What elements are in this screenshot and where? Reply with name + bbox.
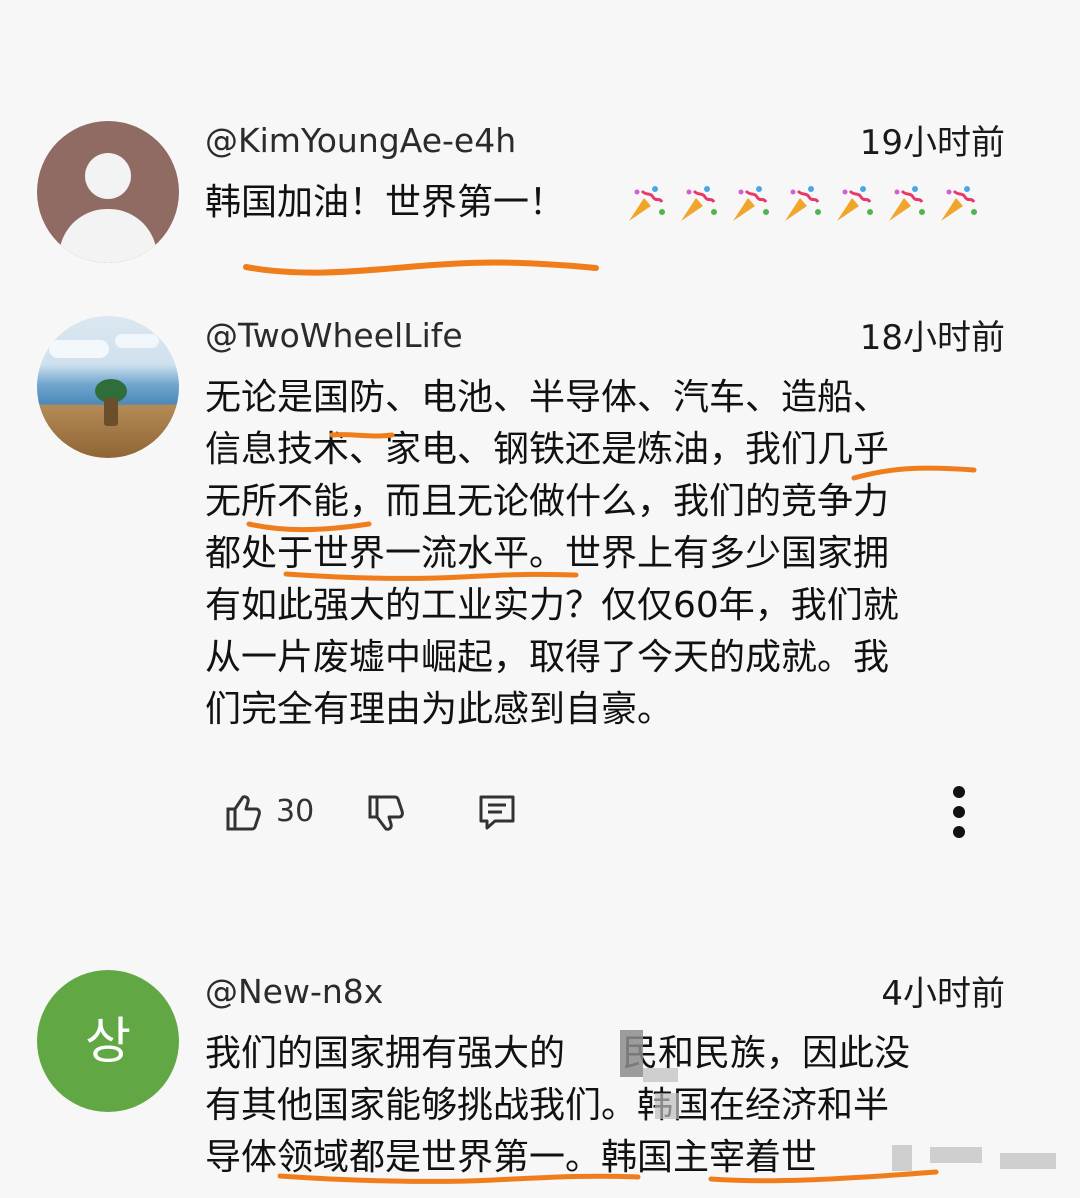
avatar-body-shape [59, 209, 157, 263]
party-popper-icon [936, 182, 980, 226]
comment-line-part: 我们的国家拥有强大的 [205, 1033, 566, 1074]
orange-underline-mark [243, 259, 599, 276]
comment-line: 有其他国家能够挑战我们。韩国在经济和半 [205, 1085, 890, 1126]
party-popper-icon [780, 182, 824, 226]
redaction-block [655, 1093, 679, 1119]
avatar-head-shape [85, 153, 131, 199]
comment-reply-icon [479, 795, 515, 830]
comment-line: 无论是国防、电池、半导体、汽车、造船、 [205, 377, 890, 418]
like-button[interactable] [215, 786, 267, 838]
comment-line: 导体领域都是世界第一。韩国主宰着世 [205, 1137, 818, 1178]
party-popper-icon [884, 182, 928, 226]
comment-kimyoungae: @KimYoungAe-e4h 19小时前 韩国加油！世界第一！ [0, 0, 1080, 300]
reaction-emoji-row [624, 182, 980, 228]
more-vertical-icon [953, 786, 965, 838]
redaction-block [930, 1147, 982, 1163]
comment-line: 从一片废墟中崛起，取得了今天的成就。我 [205, 637, 890, 678]
comment-line: 无所不能，而且无论做什么，我们的竞争力 [205, 481, 890, 522]
comment-timestamp: 4小时前 [881, 974, 1005, 1014]
comment-username[interactable]: @KimYoungAe-e4h [205, 121, 516, 161]
comment-line: 有如此强大的工业实力？仅仅60年，我们就 [205, 585, 899, 626]
thumbs-down-icon [368, 795, 404, 831]
like-count: 30 [276, 794, 315, 829]
thumbs-up-icon [226, 795, 261, 831]
reply-button[interactable] [471, 786, 523, 838]
redaction-block [892, 1145, 912, 1171]
redaction-block [1000, 1153, 1056, 1169]
comment-line: 我们的国家拥有强大的 民和民族，因此没 [205, 1028, 1010, 1080]
photo-cloud [115, 334, 159, 348]
redaction-block [620, 1030, 643, 1077]
comment-text: 我们的国家拥有强大的 民和民族，因此没 有其他国家能够挑战我们。韩国在经济和半 导… [205, 1028, 1010, 1184]
comment-timestamp: 18小时前 [859, 318, 1005, 358]
party-popper-icon [728, 182, 772, 226]
redaction-block [643, 1068, 678, 1082]
party-popper-icon [832, 182, 876, 226]
comment-line: 信息技术、家电、钢铁还是炼油，我们几乎 [205, 429, 890, 470]
comment-text: 无论是国防、电池、半导体、汽车、造船、 信息技术、家电、钢铁还是炼油，我们几乎 … [205, 372, 1010, 736]
comment-username[interactable]: @New-n8x [205, 972, 383, 1012]
party-popper-icon [676, 182, 720, 226]
photo-pot [104, 398, 118, 426]
more-options-button[interactable] [933, 786, 985, 838]
comment-line: 们完全有理由为此感到自豪。 [205, 689, 674, 730]
comment-username[interactable]: @TwoWheelLife [205, 316, 463, 356]
comment-line: 都处于世界一流水平。世界上有多少国家拥 [205, 533, 890, 574]
dislike-button[interactable] [360, 786, 412, 838]
comment-action-bar: 30 [215, 786, 995, 840]
profile-photo-avatar[interactable] [37, 316, 179, 458]
photo-cloud [49, 340, 109, 358]
letter-avatar[interactable]: 상 [37, 970, 179, 1112]
default-avatar[interactable] [37, 121, 179, 263]
party-popper-icon [624, 182, 668, 226]
comment-timestamp: 19小时前 [859, 123, 1005, 163]
